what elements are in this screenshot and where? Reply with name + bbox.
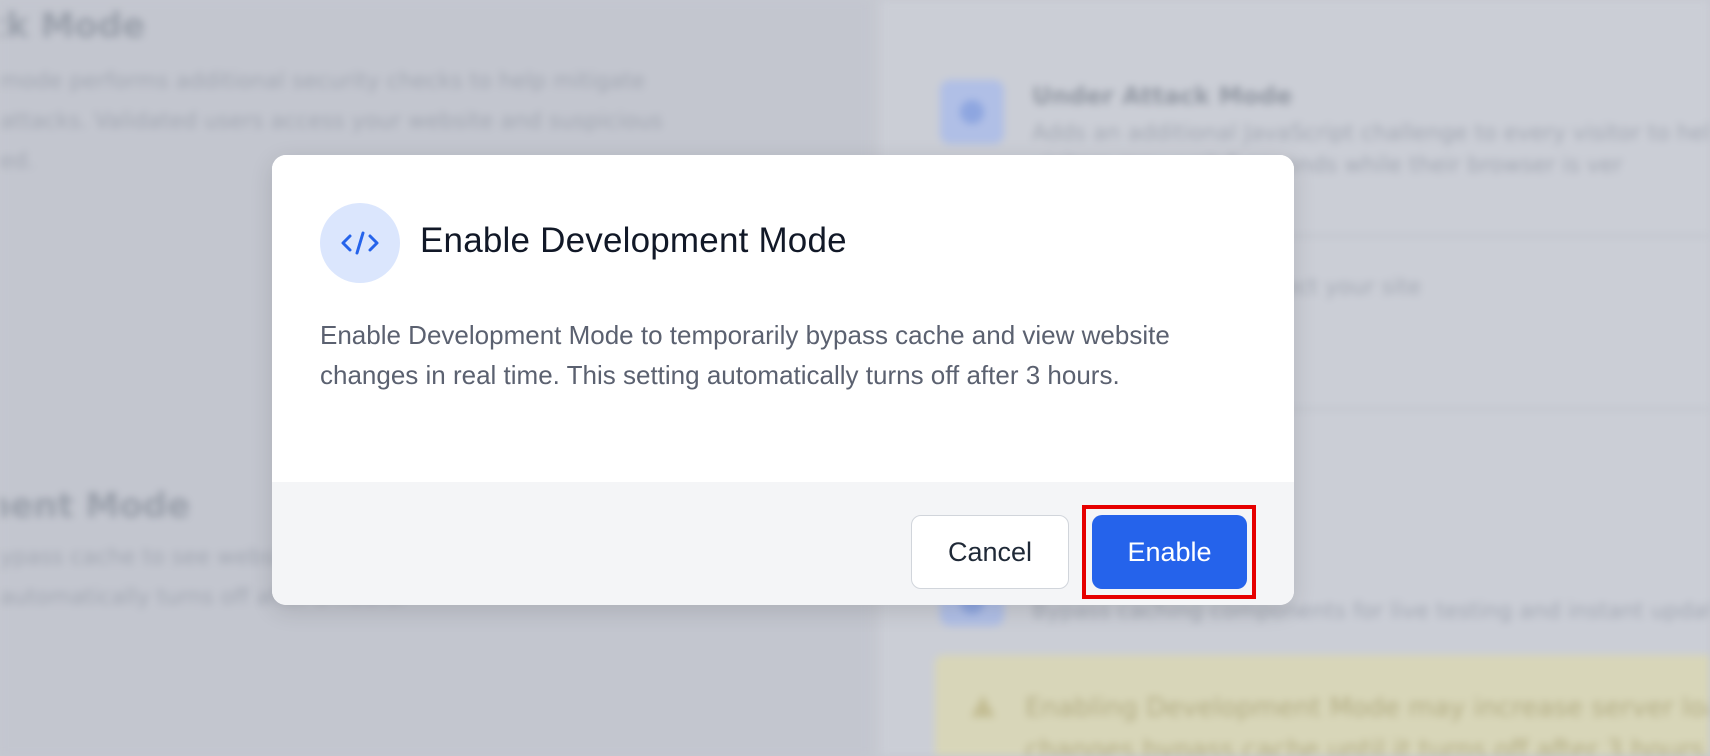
- section-heading-under-attack: ck Mode: [0, 6, 146, 46]
- warning-icon: [971, 695, 995, 717]
- dialog-body: Enable Development Mode Enable Developme…: [272, 155, 1294, 482]
- card-title: Under Attack Mode: [1032, 82, 1293, 110]
- enable-development-mode-dialog: Enable Development Mode Enable Developme…: [272, 155, 1294, 605]
- warning-text-line: changes bypass cache until it turns off …: [1025, 735, 1704, 756]
- cancel-button[interactable]: Cancel: [911, 515, 1069, 589]
- section-text-line: ed.: [0, 149, 35, 174]
- warning-banner: Enabling Development Mode may increase s…: [935, 655, 1710, 756]
- shield-icon: [940, 80, 1004, 144]
- section-text-line: mode performs additional security checks…: [0, 69, 646, 94]
- section-text-line: attacks. Validated users access your web…: [0, 109, 663, 134]
- card-text-line: Adds an additional JavaScript challenge …: [1032, 121, 1710, 146]
- section-heading-development: nent Mode: [0, 486, 191, 526]
- code-icon: [320, 203, 400, 283]
- dialog-title: Enable Development Mode: [420, 221, 847, 260]
- dialog-footer: Cancel Enable: [272, 482, 1294, 605]
- warning-text-line: Enabling Development Mode may increase s…: [1025, 693, 1710, 723]
- enable-button[interactable]: Enable: [1092, 515, 1247, 589]
- dialog-description: Enable Development Mode to temporarily b…: [320, 320, 1170, 390]
